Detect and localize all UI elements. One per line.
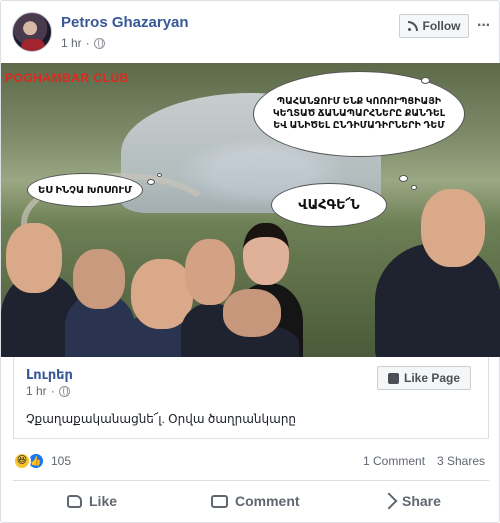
- reactions-count: 105: [51, 454, 72, 468]
- speech-bubble-middle: ՎԱՀԳԵ՜Ն: [271, 183, 387, 227]
- club-label: POGHAMBAR CLUB: [5, 71, 129, 85]
- separator: ·: [50, 384, 55, 398]
- globe-icon: [93, 37, 105, 49]
- thought-dot: [147, 179, 155, 185]
- author-avatar[interactable]: [12, 12, 52, 52]
- like-page-button[interactable]: Like Page: [377, 366, 471, 390]
- like-button[interactable]: Like: [67, 491, 117, 511]
- follow-label: Follow: [422, 19, 461, 33]
- caricature-face: [421, 189, 485, 267]
- reactions-summary[interactable]: 😆 👍 105: [13, 452, 71, 470]
- divider: [13, 480, 489, 481]
- thumb-icon: [67, 494, 82, 508]
- speech-bubble-main: ՊԱՀԱՆՋՈՒՄ ԵՆՔ ԿՈՌՈՒՊՑԻԱՅԻ ԿԵՂՏԱԾ ՃԱՆԱՊԱՐ…: [253, 71, 465, 157]
- shared-page-meta: 1 hr ·: [26, 384, 70, 398]
- thought-dot: [411, 185, 417, 190]
- comment-icon: [211, 494, 228, 508]
- caricature-face: [243, 223, 289, 285]
- rss-icon: [407, 21, 418, 31]
- thought-dot: [421, 77, 430, 84]
- share-icon: [380, 492, 398, 510]
- comments-count[interactable]: 1 Comment: [363, 454, 425, 468]
- follow-button[interactable]: Follow: [399, 14, 469, 38]
- comment-label: Comment: [235, 493, 300, 509]
- shared-page-box: Լուրեր 1 hr · Like Page Չքաղաքականացնե՜լ…: [13, 357, 489, 439]
- post-meta: 1 hr ·: [61, 36, 105, 50]
- thumb-icon: [387, 372, 399, 384]
- caricature-face: [223, 289, 281, 337]
- shared-page-caption: Չքաղաքականացնե՜լ. Օրվա ծաղրանկարը: [26, 412, 297, 426]
- haha-icon: 😆: [13, 452, 31, 470]
- shares-count[interactable]: 3 Shares: [437, 454, 485, 468]
- share-button[interactable]: Share: [380, 491, 441, 511]
- more-icon[interactable]: ···: [477, 17, 491, 35]
- like-page-label: Like Page: [403, 371, 461, 385]
- globe-icon: [58, 385, 70, 397]
- caricature-face: [185, 239, 235, 305]
- post-image[interactable]: POGHAMBAR CLUB ՊԱՀԱՆՋՈՒՄ ԵՆՔ ԿՈՌՈՒՊՑԻԱՅԻ…: [1, 63, 500, 357]
- post-card: Petros Ghazaryan 1 hr · Follow ··· POGHA…: [0, 0, 500, 523]
- thought-dot: [399, 175, 408, 182]
- thought-dot: [157, 173, 162, 177]
- speech-bubble-left: ԵՍ ԻՆՉԱ ԽՈՍՈՒՄ: [27, 173, 143, 207]
- like-label: Like: [89, 493, 118, 509]
- author-name[interactable]: Petros Ghazaryan: [61, 14, 189, 31]
- share-label: Share: [402, 493, 441, 509]
- shared-page-name[interactable]: Լուրեր: [26, 367, 73, 383]
- caricature-face: [6, 223, 62, 293]
- post-time[interactable]: 1 hr: [61, 36, 82, 50]
- separator: ·: [85, 36, 90, 50]
- caricature-face: [73, 249, 125, 309]
- shared-page-time[interactable]: 1 hr: [26, 384, 47, 398]
- comment-button[interactable]: Comment: [211, 491, 300, 511]
